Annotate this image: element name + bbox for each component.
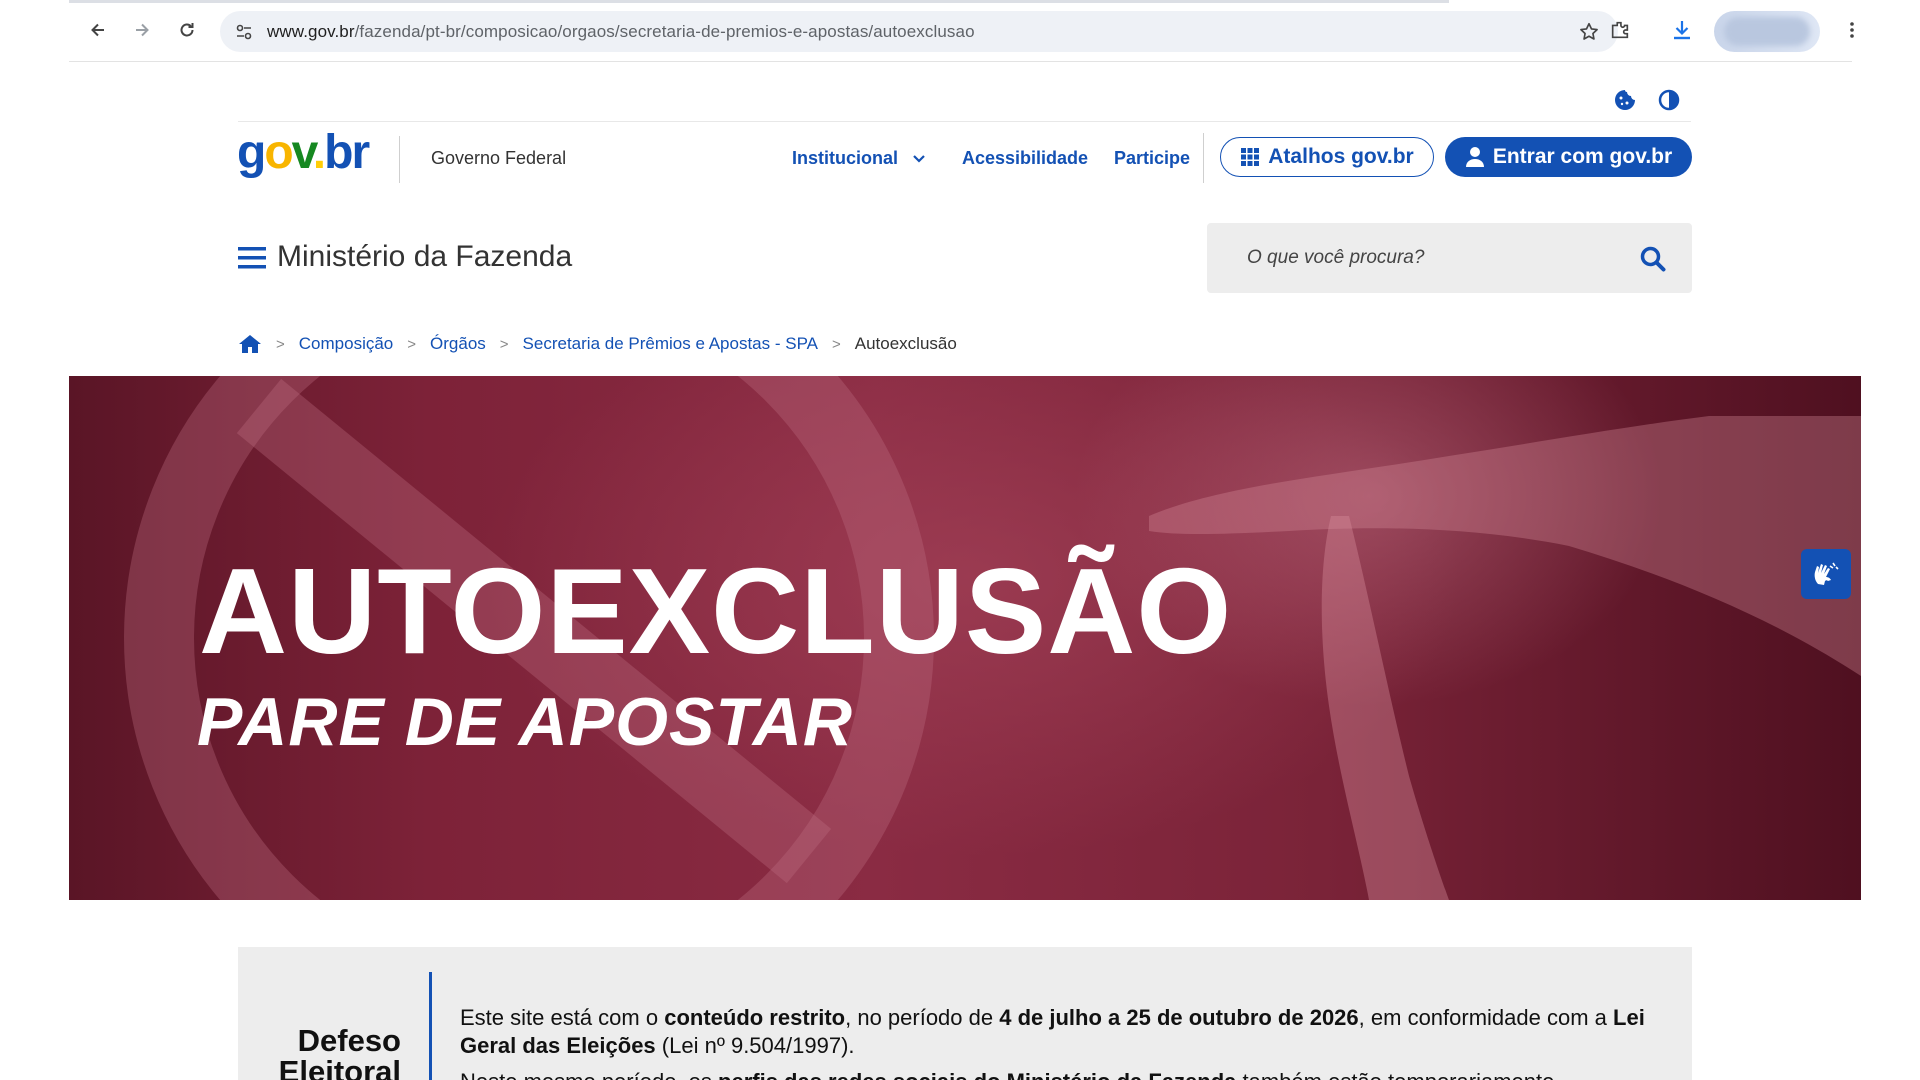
svg-text:gov.br: gov.br bbox=[237, 128, 369, 179]
institucional-label: Institucional bbox=[792, 148, 899, 168]
browser-menu-button[interactable] bbox=[1837, 15, 1867, 45]
download-icon bbox=[1674, 21, 1690, 40]
participe-link[interactable]: Participe bbox=[1114, 148, 1190, 169]
forward-button[interactable] bbox=[127, 15, 157, 45]
breadcrumb-spa[interactable]: Secretaria de Prêmios e Apostas - SPA bbox=[523, 334, 818, 354]
breadcrumb-orgaos[interactable]: Órgãos bbox=[430, 334, 486, 354]
govbr-logo[interactable]: gov.br bbox=[237, 128, 382, 184]
site-settings-icon[interactable] bbox=[234, 22, 254, 42]
breadcrumb-current: Autoexclusão bbox=[854, 334, 957, 353]
notice-text-run: também estão temporariamente bbox=[1236, 1069, 1555, 1080]
hero-title: AUTOEXCLUSÃO bbox=[199, 543, 1233, 679]
atalhos-button[interactable]: Atalhos gov.br bbox=[1220, 137, 1434, 177]
notice-title: Defeso Eleitoral bbox=[238, 1025, 401, 1080]
hero-subtitle: PARE DE APOSTAR bbox=[197, 684, 854, 760]
notice-text-run: (Lei nº 9.504/1997). bbox=[655, 1033, 855, 1058]
notice-bold-run: perfis das redes sociais do Ministério d… bbox=[718, 1069, 1236, 1080]
notice-paragraph-2: Neste mesmo período, os perfis das redes… bbox=[460, 1068, 1660, 1080]
kebab-menu-icon bbox=[1850, 22, 1854, 38]
acessibilidade-link[interactable]: Acessibilidade bbox=[962, 148, 1088, 169]
downloads-button[interactable] bbox=[1667, 15, 1697, 45]
notice-text-run: Neste mesmo período, os bbox=[460, 1069, 718, 1080]
sign-language-hands-icon bbox=[1814, 562, 1839, 585]
browser-tab-strip bbox=[69, 0, 1449, 3]
notice-text-run: Este site está com o bbox=[460, 1005, 665, 1030]
url-path: /fazenda/pt-br/composicao/orgaos/secreta… bbox=[354, 22, 975, 41]
entrar-label: Entrar com gov.br bbox=[1492, 145, 1673, 168]
reload-icon bbox=[180, 23, 194, 37]
breadcrumb-separator: > bbox=[276, 335, 285, 353]
search-input[interactable] bbox=[1247, 247, 1627, 269]
chevron-down-icon bbox=[913, 154, 925, 163]
notice-title-line2: Eleitoral bbox=[278, 1054, 401, 1080]
avatar bbox=[1724, 17, 1810, 46]
hamburger-menu-icon[interactable] bbox=[238, 246, 266, 270]
search-icon[interactable] bbox=[1639, 245, 1667, 273]
home-icon[interactable] bbox=[238, 334, 262, 354]
address-bar[interactable]: www.gov.br/fazenda/pt-br/composicao/orga… bbox=[220, 11, 1618, 52]
user-icon bbox=[1465, 147, 1484, 167]
breadcrumb-composicao[interactable]: Composição bbox=[299, 334, 394, 354]
institucional-menu[interactable]: Institucional bbox=[792, 148, 926, 169]
utility-bar bbox=[1613, 88, 1681, 112]
back-arrow-icon bbox=[91, 23, 104, 37]
notice-text-run: , em conformidade com a bbox=[1358, 1005, 1614, 1030]
atalhos-label: Atalhos gov.br bbox=[1268, 145, 1414, 168]
grid-icon bbox=[1241, 148, 1260, 166]
breadcrumb-separator: > bbox=[831, 335, 841, 353]
notice-bold-run: conteúdo restrito bbox=[664, 1005, 846, 1030]
entrar-govbr-button[interactable]: Entrar com gov.br bbox=[1445, 137, 1692, 177]
search-box bbox=[1207, 223, 1692, 293]
header-divider bbox=[238, 121, 1691, 122]
breadcrumb-separator: > bbox=[407, 335, 417, 353]
contrast-icon[interactable] bbox=[1657, 88, 1681, 112]
reload-button[interactable] bbox=[172, 15, 202, 45]
vlibras-widget-button[interactable] bbox=[1801, 549, 1851, 599]
notice-bold-run: 4 de julho a 25 de outubro de 2026 bbox=[999, 1005, 1359, 1030]
hero-banner: AUTOEXCLUSÃO PARE DE APOSTAR bbox=[69, 376, 1861, 900]
breadcrumb-separator: > bbox=[499, 335, 509, 353]
notice-accent-bar bbox=[429, 972, 432, 1080]
puzzle-icon bbox=[1611, 21, 1629, 39]
breadcrumb: > Composição > Órgãos > Secretaria de Pr… bbox=[238, 334, 957, 354]
browser-toolbar: www.gov.br/fazenda/pt-br/composicao/orga… bbox=[69, 0, 1854, 62]
profile-button[interactable] bbox=[1714, 11, 1820, 52]
notice-paragraph-1: Este site está com o conteúdo restrito, … bbox=[460, 1004, 1660, 1060]
cookie-icon[interactable] bbox=[1613, 88, 1637, 112]
ministry-title[interactable]: Ministério da Fazenda bbox=[277, 240, 572, 274]
electoral-notice: Defeso Eleitoral Este site está com o con… bbox=[238, 947, 1692, 1080]
notice-text: Este site está com o conteúdo restrito, … bbox=[460, 1004, 1660, 1080]
notice-text-run: , no período de bbox=[845, 1005, 1000, 1030]
forward-arrow-icon bbox=[136, 23, 149, 37]
notice-title-line1: Defeso bbox=[297, 1023, 401, 1058]
governo-federal-label: Governo Federal bbox=[431, 148, 567, 168]
logo-separator bbox=[399, 136, 400, 183]
url-text: www.gov.br/fazenda/pt-br/composicao/orga… bbox=[267, 22, 975, 42]
extensions-button[interactable] bbox=[1605, 15, 1635, 45]
url-host: www.gov.br bbox=[267, 22, 355, 41]
nav-separator bbox=[1203, 133, 1204, 183]
bookmark-star-icon[interactable] bbox=[1578, 21, 1600, 43]
back-button[interactable] bbox=[83, 15, 113, 45]
